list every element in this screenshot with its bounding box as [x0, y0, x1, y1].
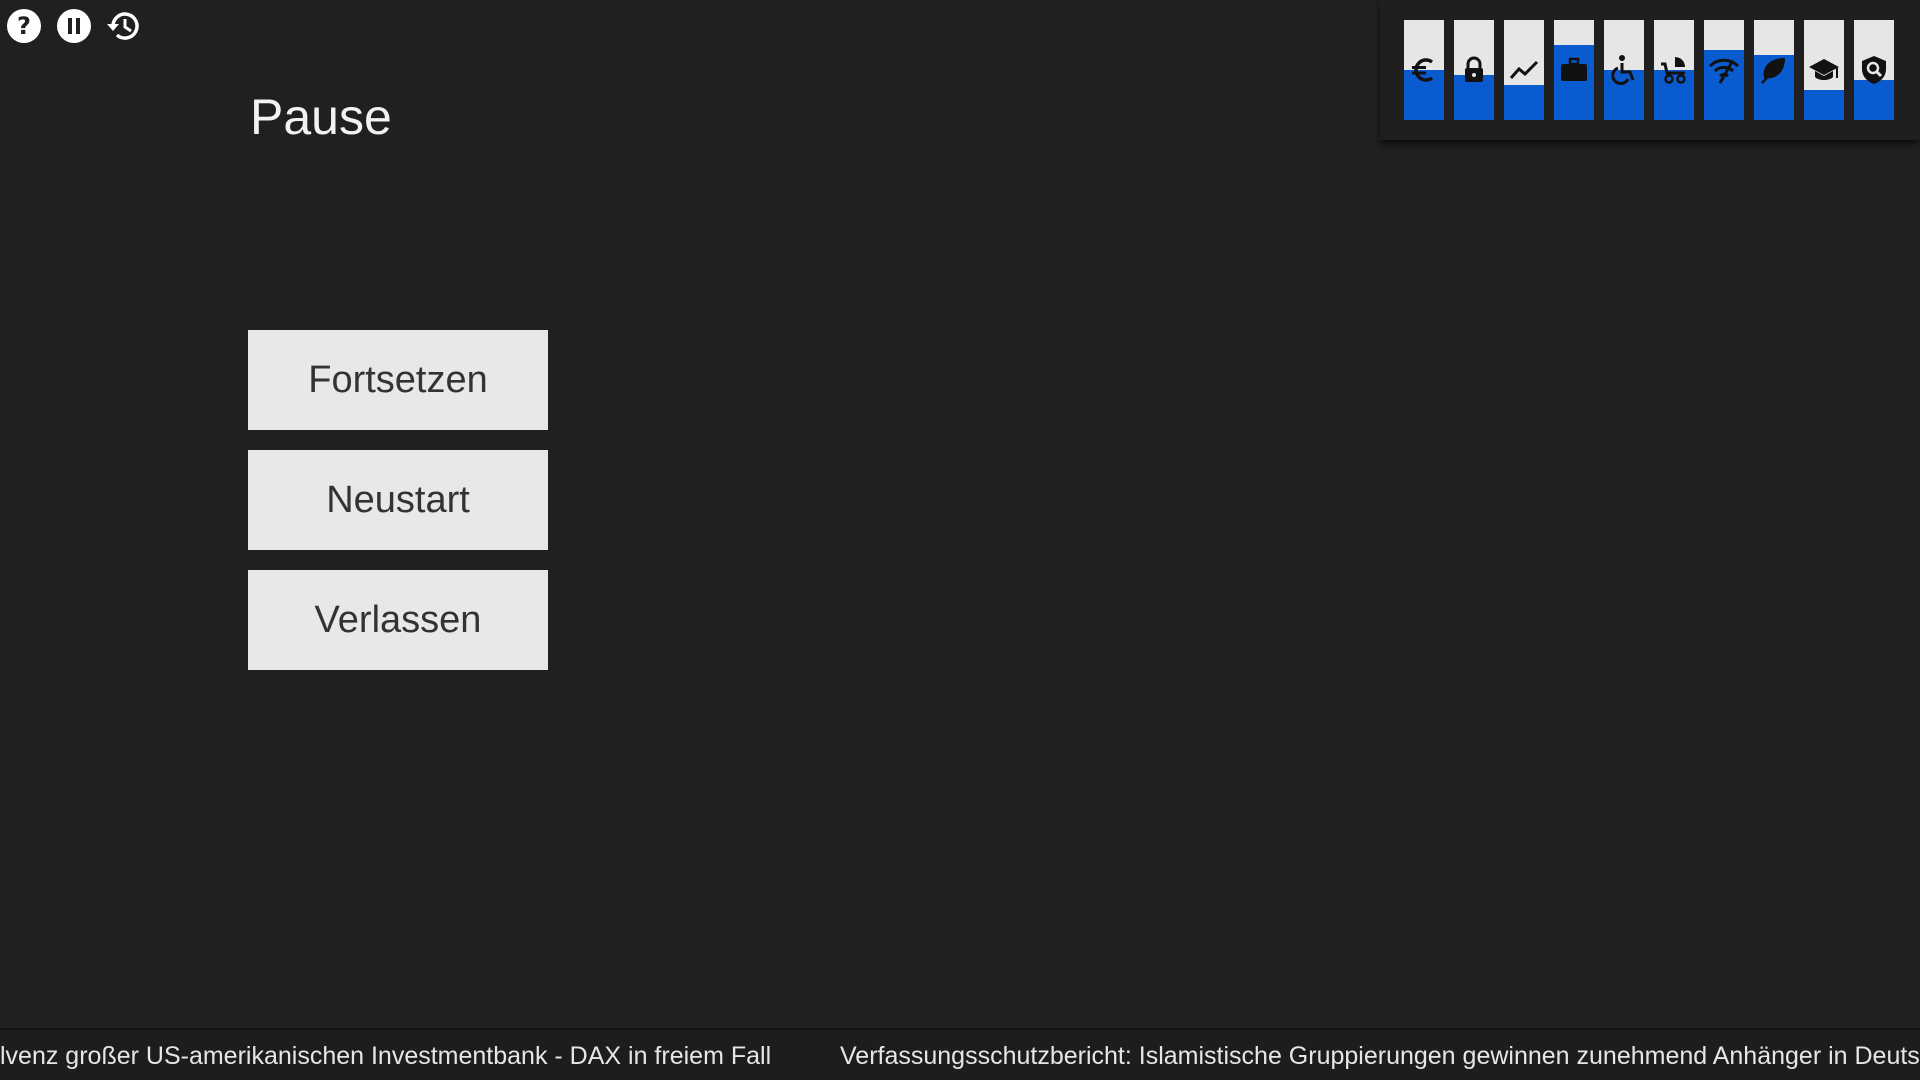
- security-search-icon: [1858, 54, 1890, 86]
- help-icon[interactable]: ?: [6, 8, 42, 44]
- history-icon[interactable]: [106, 8, 142, 44]
- pause-menu: Fortsetzen Neustart Verlassen: [248, 330, 548, 670]
- stats-row: [1404, 20, 1894, 120]
- lock-icon: [1458, 54, 1490, 86]
- ticker-item: Verfassungsschutzbericht: Islamistische …: [840, 1042, 1920, 1070]
- ticker-item: lvenz großer US-amerikanischen Investmen…: [0, 1042, 772, 1070]
- stat-bar-family[interactable]: [1654, 20, 1694, 120]
- stat-bar-surveillance[interactable]: [1854, 20, 1894, 120]
- euro-icon: [1408, 54, 1440, 86]
- stats-panel: [1380, 0, 1920, 140]
- quit-button[interactable]: Verlassen: [248, 570, 548, 670]
- stat-bar-jobs[interactable]: [1554, 20, 1594, 120]
- top-toolbar: ?: [6, 8, 142, 44]
- stat-fill: [1804, 90, 1844, 120]
- stat-bar-environment[interactable]: [1754, 20, 1794, 120]
- graduation-cap-icon: [1808, 54, 1840, 86]
- stat-bar-security[interactable]: [1454, 20, 1494, 120]
- stroller-icon: [1658, 54, 1690, 86]
- stat-bar-digital[interactable]: [1704, 20, 1744, 120]
- briefcase-icon: [1558, 54, 1590, 86]
- stat-bar-accessibility[interactable]: [1604, 20, 1644, 120]
- pause-icon[interactable]: [56, 8, 92, 44]
- wifi-icon: [1708, 54, 1740, 86]
- stat-bar-finance[interactable]: [1404, 20, 1444, 120]
- stat-fill: [1854, 80, 1894, 120]
- trend-icon: [1508, 54, 1540, 86]
- svg-text:?: ?: [17, 12, 31, 40]
- wheelchair-icon: [1608, 54, 1640, 86]
- news-ticker: lvenz großer US-amerikanischen Investmen…: [0, 1028, 1920, 1080]
- stat-fill: [1504, 85, 1544, 120]
- leaf-icon: [1758, 54, 1790, 86]
- resume-button[interactable]: Fortsetzen: [248, 330, 548, 430]
- page-title: Pause: [250, 89, 392, 145]
- stat-bar-economy[interactable]: [1504, 20, 1544, 120]
- stat-bar-education[interactable]: [1804, 20, 1844, 120]
- restart-button[interactable]: Neustart: [248, 450, 548, 550]
